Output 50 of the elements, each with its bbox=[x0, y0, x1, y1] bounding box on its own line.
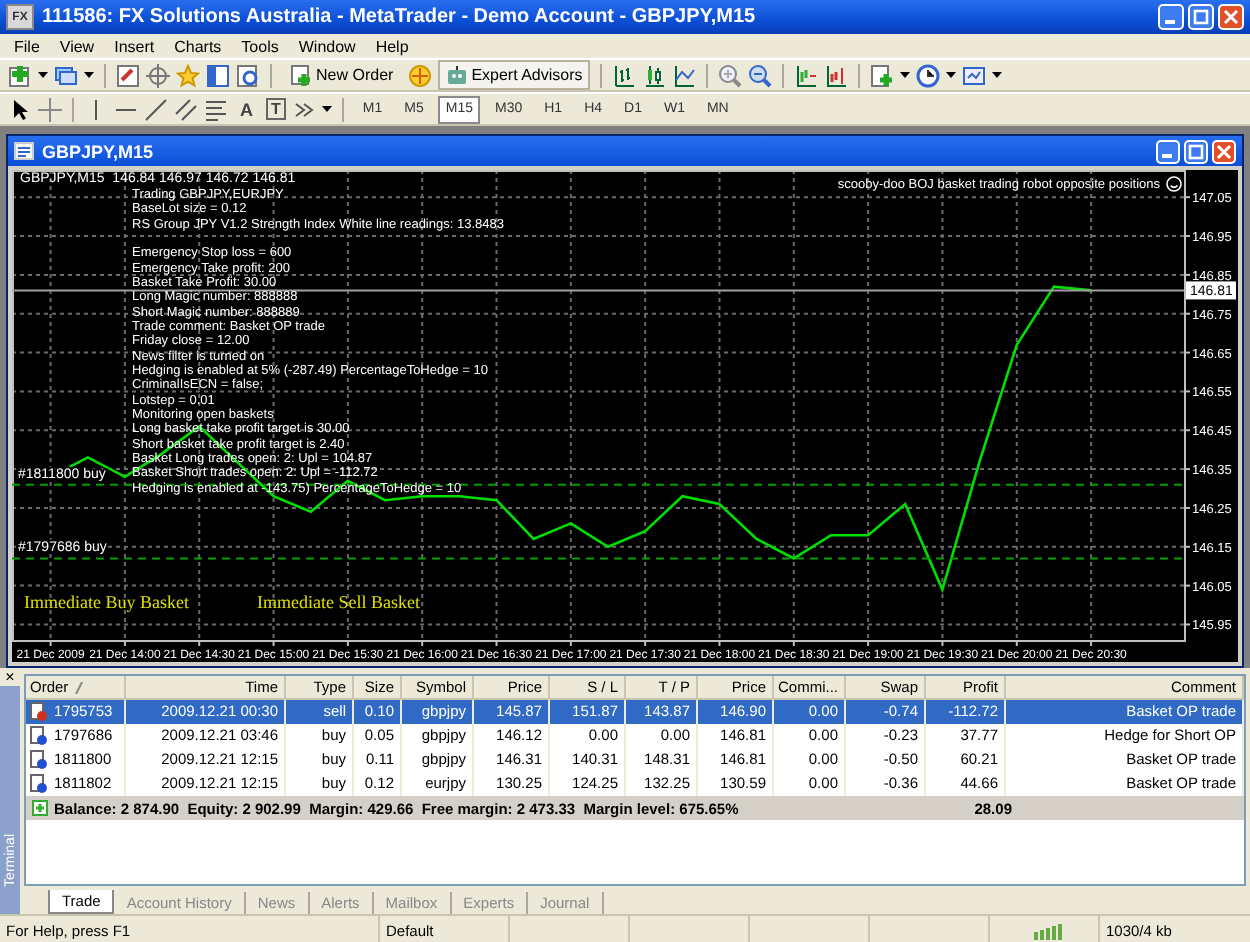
close-icon[interactable]: × bbox=[0, 670, 20, 686]
caret-icon[interactable] bbox=[946, 71, 957, 79]
caret-icon[interactable] bbox=[84, 71, 94, 79]
chart-window-title: GBPJPY,M15 bbox=[42, 141, 156, 161]
caret-icon[interactable] bbox=[900, 71, 911, 79]
arrows-icon[interactable] bbox=[292, 97, 317, 121]
zoom-in-icon[interactable] bbox=[718, 63, 743, 87]
order-icon bbox=[30, 726, 48, 746]
expert-advisors-button[interactable]: Expert Advisors bbox=[437, 60, 591, 90]
order-icon bbox=[30, 750, 48, 770]
label-tool[interactable]: T bbox=[265, 98, 287, 120]
close-button[interactable] bbox=[1218, 4, 1244, 30]
clock-icon[interactable] bbox=[916, 63, 941, 87]
basket-button[interactable]: Immediate Buy Basket bbox=[24, 592, 189, 612]
window-title: 111586: FX Solutions Australia - MetaTrader - Demo Account - GBPJPY,M15 bbox=[42, 6, 758, 28]
bar-chart-icon[interactable] bbox=[612, 63, 637, 87]
order-icon bbox=[30, 774, 48, 794]
caret-icon[interactable] bbox=[992, 71, 1003, 79]
minimize-button[interactable] bbox=[1156, 139, 1180, 163]
windows-icon[interactable] bbox=[54, 63, 78, 87]
menu-item[interactable]: Charts bbox=[164, 37, 232, 55]
connection-bars-icon bbox=[1033, 924, 1061, 940]
text-tool[interactable]: A bbox=[234, 99, 259, 119]
candlestick-icon[interactable] bbox=[642, 63, 667, 87]
menu-item[interactable]: Help bbox=[365, 37, 419, 55]
new-chart-icon[interactable] bbox=[8, 63, 32, 87]
order-icon bbox=[30, 702, 48, 722]
menu-item[interactable]: Tools bbox=[231, 37, 289, 55]
maximize-button[interactable] bbox=[1188, 4, 1214, 30]
channel-icon[interactable] bbox=[174, 97, 198, 121]
maximize-button[interactable] bbox=[1184, 139, 1208, 163]
zoom-out-icon[interactable] bbox=[748, 63, 773, 87]
caret-icon[interactable] bbox=[322, 105, 333, 113]
menu-item[interactable]: Window bbox=[288, 37, 366, 55]
cursor-icon[interactable] bbox=[8, 97, 32, 121]
menu-item[interactable]: View bbox=[49, 37, 105, 55]
close-button[interactable] bbox=[1212, 139, 1236, 163]
smiley-icon bbox=[1166, 176, 1182, 192]
menu-item[interactable]: File bbox=[4, 37, 50, 55]
new-order-icon bbox=[290, 64, 312, 86]
robot-icon bbox=[445, 64, 468, 86]
new-order-button[interactable]: New Order bbox=[282, 60, 402, 90]
caret-icon[interactable] bbox=[38, 71, 48, 79]
chart-window-icon bbox=[14, 142, 34, 160]
balance-icon bbox=[32, 800, 48, 816]
trendline-icon[interactable] bbox=[144, 97, 168, 121]
minimize-button[interactable] bbox=[1158, 4, 1184, 30]
menu-item[interactable]: Insert bbox=[104, 37, 165, 55]
basket-button[interactable]: Immediate Sell Basket bbox=[256, 592, 420, 612]
line-chart-icon[interactable] bbox=[672, 63, 697, 87]
